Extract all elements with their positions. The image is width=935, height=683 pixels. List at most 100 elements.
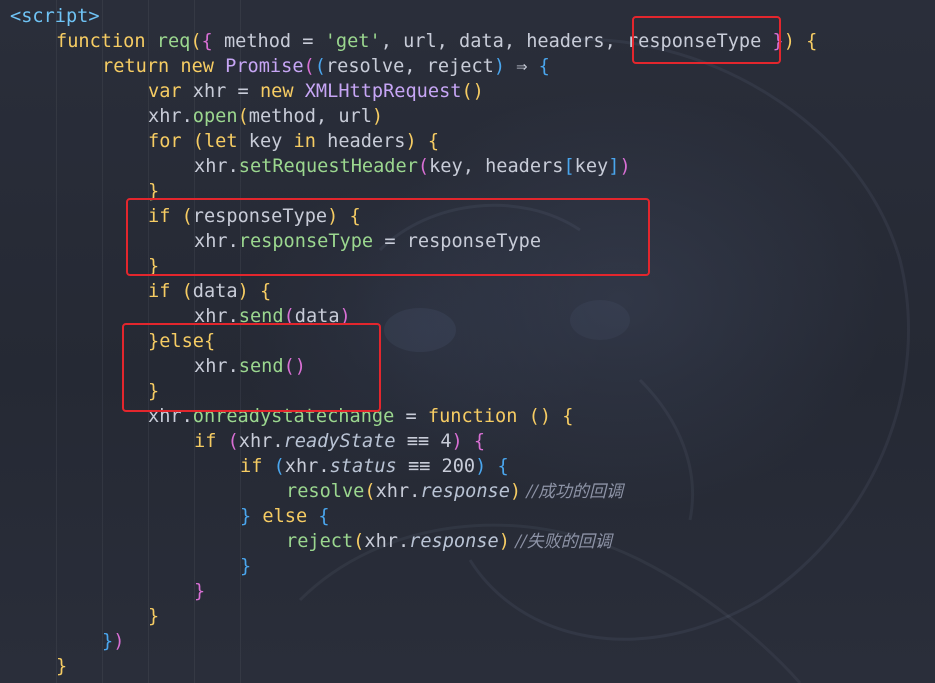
code-token: var bbox=[148, 81, 193, 102]
code-line[interactable]: xhr.open(method, url) bbox=[148, 104, 383, 129]
code-editor[interactable]: <script> function req({ method = 'get', u… bbox=[0, 0, 935, 683]
code-token: ( bbox=[417, 156, 430, 177]
code-token: } bbox=[102, 631, 114, 652]
code-token: new bbox=[259, 81, 305, 102]
code-line[interactable]: } else { bbox=[240, 504, 330, 529]
code-token: key bbox=[248, 131, 294, 152]
code-token: ≡≡ bbox=[395, 431, 441, 452]
code-token: setRequestHeader bbox=[238, 156, 418, 177]
code-line[interactable]: for (let key in headers) { bbox=[148, 129, 439, 154]
code-token: ≡≡ bbox=[396, 456, 442, 477]
code-token: ( bbox=[181, 281, 193, 302]
code-line[interactable]: <script> bbox=[10, 4, 100, 29]
code-token: if bbox=[240, 456, 274, 477]
code-token: ⇒ bbox=[505, 56, 539, 77]
code-token: { bbox=[551, 406, 574, 427]
code-line[interactable]: } bbox=[194, 579, 205, 604]
code-token: { bbox=[248, 281, 272, 302]
code-token: ( bbox=[190, 31, 202, 52]
code-token: method = bbox=[212, 31, 325, 52]
code-token: ( bbox=[273, 456, 285, 477]
code-token: new bbox=[180, 56, 226, 77]
code-token: { bbox=[416, 131, 440, 152]
code-token: } bbox=[240, 556, 252, 577]
code-token: data bbox=[192, 281, 238, 302]
code-token: { bbox=[201, 31, 213, 52]
code-token: { bbox=[318, 506, 330, 527]
code-token: xhr. bbox=[364, 531, 410, 552]
code-line[interactable]: resolve(xhr.response) //成功的回调 bbox=[286, 479, 623, 504]
code-token: xhr. bbox=[284, 456, 330, 477]
code-token: if bbox=[194, 431, 228, 452]
code-token: xhr. bbox=[375, 481, 421, 502]
code-line[interactable]: } bbox=[240, 554, 251, 579]
code-token: xhr. bbox=[148, 106, 193, 127]
code-token: ) bbox=[498, 531, 510, 552]
code-token: ( bbox=[303, 56, 315, 77]
code-token: resolve bbox=[286, 481, 365, 502]
code-token: ( bbox=[353, 531, 365, 552]
code-token: reject bbox=[286, 531, 354, 552]
code-token: 'get' bbox=[324, 31, 381, 52]
code-token: ) bbox=[475, 456, 487, 477]
code-token: ) bbox=[371, 106, 384, 127]
code-line[interactable]: var xhr = new XMLHttpRequest() bbox=[148, 79, 484, 104]
code-token: = bbox=[394, 406, 428, 427]
code-token: //成功的回调 bbox=[521, 482, 623, 502]
code-token: } bbox=[148, 606, 160, 627]
code-line[interactable]: reject(xhr.response) //失败的回调 bbox=[286, 529, 612, 554]
code-token: ) bbox=[405, 131, 417, 152]
code-token: ( bbox=[364, 481, 376, 502]
code-token: else bbox=[251, 506, 319, 527]
code-token: response bbox=[420, 481, 510, 502]
code-token: { bbox=[794, 31, 818, 52]
code-token: () bbox=[528, 406, 552, 427]
code-token: XMLHttpRequest bbox=[304, 81, 462, 102]
code-token: req bbox=[156, 31, 191, 52]
code-line[interactable]: if (data) { bbox=[148, 279, 271, 304]
code-token: headers bbox=[327, 131, 406, 152]
code-line[interactable]: if (xhr.status ≡≡ 200) { bbox=[240, 454, 509, 479]
code-line[interactable]: xhr.setRequestHeader(key, headers[key]) bbox=[194, 154, 631, 179]
code-token: readyState bbox=[283, 431, 396, 452]
code-token: () bbox=[461, 81, 484, 102]
code-token: function bbox=[56, 31, 157, 52]
code-token: if bbox=[148, 281, 182, 302]
code-token: key bbox=[574, 156, 609, 177]
code-token: method, url bbox=[248, 106, 372, 127]
code-token: return bbox=[102, 56, 181, 77]
code-token: { bbox=[462, 431, 486, 452]
code-token: 4 bbox=[440, 431, 452, 452]
code-token: xhr = bbox=[192, 81, 260, 102]
code-token: ) bbox=[237, 281, 249, 302]
code-token: { bbox=[538, 56, 550, 77]
code-token: [ bbox=[563, 156, 575, 177]
code-token: Promise bbox=[225, 56, 304, 77]
code-token: ] bbox=[608, 156, 620, 177]
code-token: } bbox=[240, 506, 252, 527]
code-line[interactable]: return new Promise((resolve, reject) ⇒ { bbox=[102, 54, 550, 79]
code-token: let bbox=[203, 131, 249, 152]
code-token: status bbox=[329, 456, 397, 477]
code-token: ) bbox=[619, 156, 631, 177]
code-token: ) bbox=[451, 431, 463, 452]
code-token: key, headers bbox=[429, 156, 564, 177]
indent-guide bbox=[56, 0, 57, 683]
highlight-box-responsetype-param bbox=[632, 16, 781, 64]
code-line[interactable]: }) bbox=[102, 629, 124, 654]
code-token: ( bbox=[237, 106, 249, 127]
code-line[interactable]: } bbox=[56, 654, 67, 679]
code-token: <script> bbox=[10, 6, 100, 27]
code-token: xhr. bbox=[194, 156, 239, 177]
code-token: ) bbox=[509, 481, 522, 502]
code-line[interactable]: } bbox=[148, 604, 159, 629]
code-token: ) bbox=[783, 31, 795, 52]
code-line[interactable]: if (xhr.readyState ≡≡ 4) { bbox=[194, 429, 485, 454]
code-token: ( bbox=[227, 431, 239, 452]
code-token: { bbox=[486, 456, 509, 477]
code-token: ( bbox=[314, 56, 326, 77]
code-token: } bbox=[56, 656, 68, 677]
indent-guide bbox=[102, 0, 103, 683]
code-token: response bbox=[409, 531, 499, 552]
highlight-box-responsetype-if bbox=[126, 198, 650, 276]
